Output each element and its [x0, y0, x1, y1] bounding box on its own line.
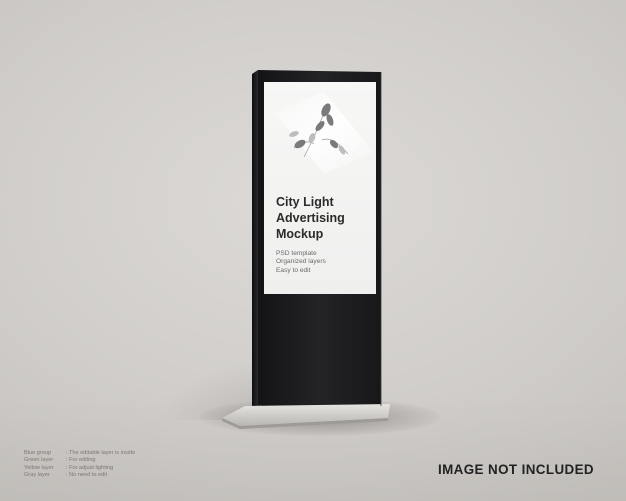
poster-title-line: Advertising — [276, 211, 345, 225]
legend-row: Gray layer : No need to edit — [24, 472, 135, 479]
poster-title-line: Mockup — [276, 227, 324, 241]
poster-subtitle-line: Organized layers — [276, 258, 326, 266]
legend-row: Yellow layer : For adjust lighting — [24, 465, 135, 472]
legend-row: Blue group : The editable layer is insid… — [24, 450, 135, 457]
legend-value: : The editable layer is inside — [66, 450, 136, 456]
legend-key: Yellow layer — [24, 464, 54, 471]
poster-title: City Light Advertising Mockup — [276, 194, 376, 242]
poster-subtitle-line: PSD template — [276, 250, 317, 257]
poster-subtitle: PSD template Organized layers Easy to ed… — [276, 250, 326, 275]
legend-value: : No need to edit — [66, 472, 108, 479]
poster-subtitle-line: Easy to edit — [276, 266, 311, 274]
poster-title-line: City Light — [276, 195, 334, 209]
plant-shadow-illustration — [274, 92, 374, 174]
mockup-canvas: City Light Advertising Mockup PSD templa… — [0, 0, 626, 501]
layer-legend: Blue group : The editable layer is insid… — [24, 450, 135, 480]
legend-key: Green layer — [24, 457, 54, 464]
legend-key: Blue group — [24, 450, 52, 456]
legend-key: Gray layer — [24, 472, 50, 479]
poster-screen: City Light Advertising Mockup PSD templa… — [264, 82, 376, 294]
image-not-included-label: IMAGE NOT INCLUDED — [438, 462, 594, 477]
kiosk-side-edge — [252, 70, 258, 416]
legend-value: : For editing — [66, 457, 96, 464]
legend-row: Green layer : For editing — [24, 457, 135, 464]
legend-value: : For adjust lighting — [66, 464, 114, 471]
